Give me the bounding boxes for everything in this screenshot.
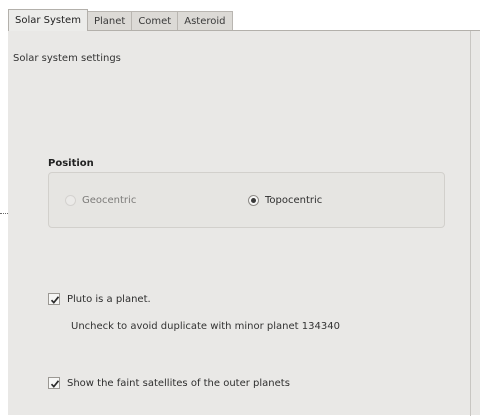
pluto-checkbox[interactable] bbox=[48, 293, 60, 305]
position-groupbox: Geocentric Topocentric bbox=[48, 172, 445, 228]
satellites-checkbox[interactable] bbox=[48, 377, 60, 389]
tab-planet[interactable]: Planet bbox=[86, 11, 133, 31]
tab-solar-system-label: Solar System bbox=[15, 15, 81, 26]
check-icon bbox=[50, 296, 60, 304]
tab-asteroid-label: Asteroid bbox=[184, 16, 226, 27]
check-icon bbox=[50, 380, 60, 388]
position-group-title: Position bbox=[48, 158, 94, 169]
radio-geocentric[interactable]: Geocentric bbox=[65, 195, 136, 206]
radio-geocentric-label: Geocentric bbox=[82, 195, 137, 206]
tab-comet-label: Comet bbox=[138, 16, 172, 27]
tab-solar-system[interactable]: Solar System bbox=[8, 9, 88, 31]
tab-comet[interactable]: Comet bbox=[131, 11, 179, 31]
radio-topocentric-label: Topocentric bbox=[265, 195, 323, 206]
pluto-checkbox-label: Pluto is a planet. bbox=[67, 293, 151, 305]
pluto-checkbox-row[interactable]: Pluto is a planet. bbox=[48, 293, 151, 305]
satellites-checkbox-label: Show the faint satellites of the outer p… bbox=[67, 377, 290, 389]
tab-panel: Solar system settings Position Geocentri… bbox=[8, 30, 480, 416]
settings-window: Solar System Planet Comet Asteroid Solar… bbox=[0, 0, 480, 416]
tab-asteroid[interactable]: Asteroid bbox=[177, 11, 233, 31]
pluto-hint: Uncheck to avoid duplicate with minor pl… bbox=[71, 321, 340, 332]
radio-selected-dot bbox=[251, 198, 256, 203]
radio-topocentric[interactable]: Topocentric bbox=[248, 195, 322, 206]
panel-right-edge bbox=[470, 31, 471, 416]
radio-topocentric-indicator bbox=[248, 195, 259, 206]
satellites-checkbox-row[interactable]: Show the faint satellites of the outer p… bbox=[48, 377, 290, 389]
tab-planet-label: Planet bbox=[93, 16, 126, 27]
panel-heading: Solar system settings bbox=[13, 53, 121, 64]
tab-bar: Solar System Planet Comet Asteroid bbox=[8, 9, 233, 31]
radio-geocentric-indicator bbox=[65, 195, 76, 206]
